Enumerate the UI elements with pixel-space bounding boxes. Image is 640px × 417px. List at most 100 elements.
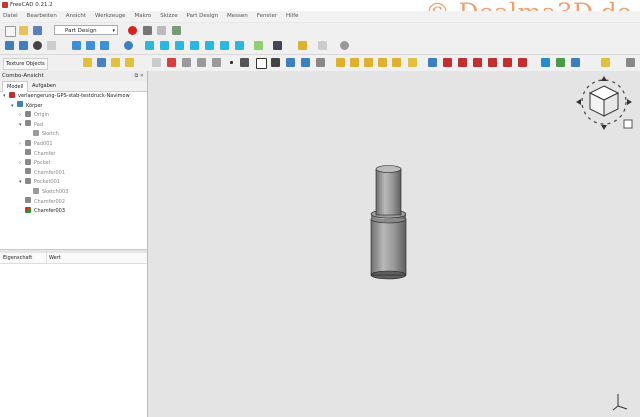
tree-item[interactable]: › Pocket [19, 158, 50, 168]
menu-messen[interactable]: Messen [227, 11, 248, 22]
binder-icon[interactable] [167, 58, 176, 67]
more-tools-icon[interactable] [626, 58, 635, 67]
undo-icon[interactable] [298, 41, 307, 50]
tree-item[interactable]: ▾ Pocket001 [19, 177, 60, 187]
sync-view-icon[interactable] [100, 41, 109, 50]
menu-bearbeiten[interactable]: Bearbeiten [27, 11, 57, 22]
datum-line-icon[interactable] [240, 58, 249, 67]
property-column-header[interactable]: Eigenschaft [3, 253, 32, 263]
groove-icon[interactable] [364, 58, 373, 67]
sprocket-icon[interactable] [571, 58, 580, 67]
front-view-icon[interactable] [160, 41, 169, 50]
new-file-icon[interactable] [5, 26, 16, 37]
navcube-arrow-right-icon[interactable] [627, 99, 632, 105]
menu-hilfe[interactable]: Hilfe [286, 11, 299, 22]
forward-arrow-icon[interactable] [86, 41, 95, 50]
navcube-arrow-up-icon[interactable] [601, 76, 607, 81]
menu-makro[interactable]: Makro [134, 11, 151, 22]
workbench-select[interactable]: Part Design ▾ [54, 25, 118, 35]
navcube-arrow-left-icon[interactable] [576, 99, 581, 105]
panel-float-close-icon[interactable]: ⧉ ✕ [135, 71, 144, 81]
mirror-icon[interactable] [428, 58, 437, 67]
measure-icon[interactable] [254, 41, 263, 50]
tree-item[interactable]: Chamfer003 [19, 206, 65, 216]
tree-item[interactable]: › Pad001 [19, 139, 53, 149]
menu-skizze[interactable]: Skizze [160, 11, 177, 22]
shape-binder-icon[interactable] [182, 58, 191, 67]
boolean-icon[interactable] [556, 58, 565, 67]
tree-item[interactable]: ▾ verlaengerung-GPS-stab-testdruck-Navimo… [3, 91, 130, 101]
back-arrow-icon[interactable] [72, 41, 81, 50]
texture-objects-button[interactable]: Texture Objects [3, 58, 48, 70]
tree-item[interactable]: ▾ Pad [19, 120, 43, 130]
thickness-icon[interactable] [541, 58, 550, 67]
feature-icon [25, 149, 31, 156]
revolution-icon[interactable] [301, 58, 310, 67]
multitransform-icon[interactable] [473, 58, 482, 67]
tree-item[interactable]: Chamfer002 [19, 197, 65, 207]
refresh-icon[interactable] [340, 41, 349, 50]
tree-item[interactable]: Sketch003 [27, 187, 68, 197]
fit-selection-icon[interactable] [19, 41, 28, 50]
3d-viewport[interactable] [148, 71, 640, 417]
local-coords-icon[interactable] [212, 58, 221, 67]
record-macro-icon[interactable] [128, 26, 137, 35]
create-body-icon[interactable] [83, 58, 92, 67]
validate-sketch-icon[interactable] [111, 58, 120, 67]
tab-aufgaben[interactable]: Aufgaben [28, 81, 60, 91]
value-column-header[interactable]: Wert [49, 253, 61, 263]
hole-icon[interactable] [350, 58, 359, 67]
pocket-icon[interactable] [336, 58, 345, 67]
menu-ansicht[interactable]: Ansicht [66, 11, 86, 22]
draft-icon[interactable] [518, 58, 527, 67]
open-file-icon[interactable] [19, 26, 28, 35]
linear-pattern-icon[interactable] [443, 58, 452, 67]
redo-icon[interactable] [318, 41, 327, 50]
tree-item[interactable]: Sketch [27, 129, 59, 139]
tree-item[interactable]: Chamfer001 [19, 168, 65, 178]
run-macro-icon[interactable] [172, 26, 181, 35]
rear-view-icon[interactable] [205, 41, 214, 50]
isometric-view-icon[interactable] [145, 41, 154, 50]
zoom-icon[interactable] [124, 41, 133, 50]
create-sketch-icon[interactable] [97, 58, 106, 67]
save-file-icon[interactable] [33, 26, 42, 35]
polar-pattern-icon[interactable] [458, 58, 467, 67]
tree-item[interactable]: ▾ Körper [11, 101, 42, 111]
subtractive-loft-icon[interactable] [378, 58, 387, 67]
navcube-arrow-down-icon[interactable] [601, 125, 607, 130]
subtractive-pipe-icon[interactable] [392, 58, 401, 67]
datum-plane-icon[interactable] [256, 58, 267, 69]
fillet-icon[interactable] [488, 58, 497, 67]
stereo-icon[interactable] [47, 41, 56, 50]
whats-this-icon[interactable] [273, 41, 282, 50]
stop-macro-icon[interactable] [143, 26, 152, 35]
subshape-binder-icon[interactable] [197, 58, 206, 67]
loft-icon[interactable] [316, 58, 325, 67]
attach-sketch-icon[interactable] [125, 58, 134, 67]
draw-style-icon[interactable] [33, 41, 42, 50]
right-view-icon[interactable] [190, 41, 199, 50]
chamfer-icon[interactable] [503, 58, 512, 67]
menu-fenster[interactable]: Fenster [257, 11, 277, 22]
bottom-view-icon[interactable] [220, 41, 229, 50]
subtractive-helix-icon[interactable] [408, 58, 417, 67]
tree-item[interactable]: Chamfer [19, 149, 56, 159]
datum-point-icon[interactable] [230, 61, 233, 64]
column-divider[interactable] [46, 253, 47, 263]
navcube-menu-icon[interactable] [623, 119, 633, 129]
clone-icon[interactable] [152, 58, 161, 67]
tree-item[interactable]: › Origin [19, 110, 49, 120]
menu-werkzeuge[interactable]: Werkzeuge [95, 11, 126, 22]
tab-modell[interactable]: Modell [2, 81, 29, 92]
left-view-icon[interactable] [235, 41, 244, 50]
menu-part-design[interactable]: Part Design [187, 11, 219, 22]
fit-all-icon[interactable] [5, 41, 14, 50]
top-view-icon[interactable] [175, 41, 184, 50]
navigation-cube[interactable] [574, 72, 636, 134]
measurement-icon[interactable] [601, 58, 610, 67]
menu-datei[interactable]: Datei [3, 11, 18, 22]
pad-icon[interactable] [286, 58, 295, 67]
coordinate-system-icon[interactable] [271, 58, 280, 67]
macros-list-icon[interactable] [157, 26, 166, 35]
